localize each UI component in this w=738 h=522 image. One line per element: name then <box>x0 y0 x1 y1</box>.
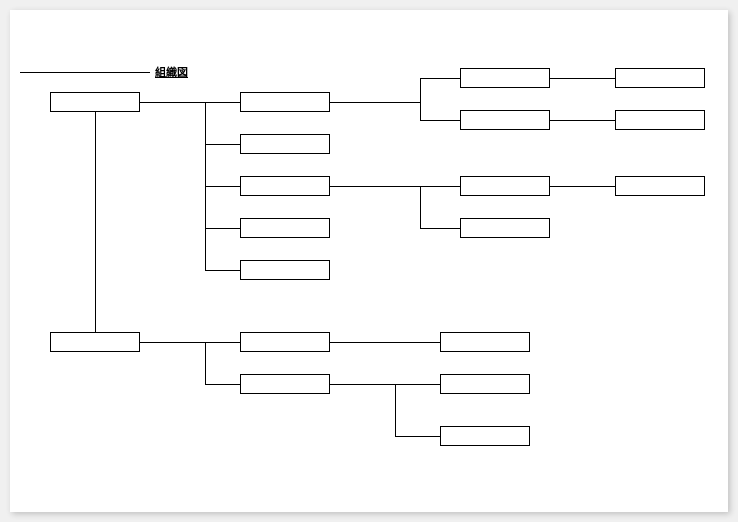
conn <box>205 228 240 229</box>
title-rule <box>20 72 150 73</box>
conn <box>330 384 440 385</box>
conn <box>140 102 240 103</box>
node-root-1 <box>50 92 140 112</box>
conn <box>140 342 240 343</box>
node-c4 <box>460 218 550 238</box>
conn <box>205 144 240 145</box>
conn <box>330 186 460 187</box>
node-b4 <box>240 218 330 238</box>
node-b2 <box>240 134 330 154</box>
node-c3 <box>460 176 550 196</box>
conn <box>205 384 240 385</box>
page-title: 組織図 <box>155 64 188 80</box>
node-d2 <box>615 110 705 130</box>
conn <box>550 78 615 79</box>
node-c2 <box>460 110 550 130</box>
conn <box>395 384 396 436</box>
node-b3 <box>240 176 330 196</box>
conn <box>420 186 421 228</box>
node-e2 <box>240 374 330 394</box>
node-c1 <box>460 68 550 88</box>
node-d1 <box>615 68 705 88</box>
conn <box>205 270 240 271</box>
node-b1 <box>240 92 330 112</box>
node-b5 <box>240 260 330 280</box>
conn <box>95 112 96 332</box>
conn <box>420 120 460 121</box>
conn <box>395 436 440 437</box>
node-f3 <box>440 426 530 446</box>
node-d3 <box>615 176 705 196</box>
node-root-2 <box>50 332 140 352</box>
conn <box>420 228 460 229</box>
page: 組織図 <box>10 10 728 512</box>
conn <box>330 342 440 343</box>
conn <box>205 186 240 187</box>
conn <box>420 78 421 120</box>
node-f1 <box>440 332 530 352</box>
conn <box>550 186 615 187</box>
conn <box>420 78 460 79</box>
node-e1 <box>240 332 330 352</box>
conn <box>205 342 206 384</box>
node-f2 <box>440 374 530 394</box>
conn <box>550 120 615 121</box>
conn <box>330 102 420 103</box>
